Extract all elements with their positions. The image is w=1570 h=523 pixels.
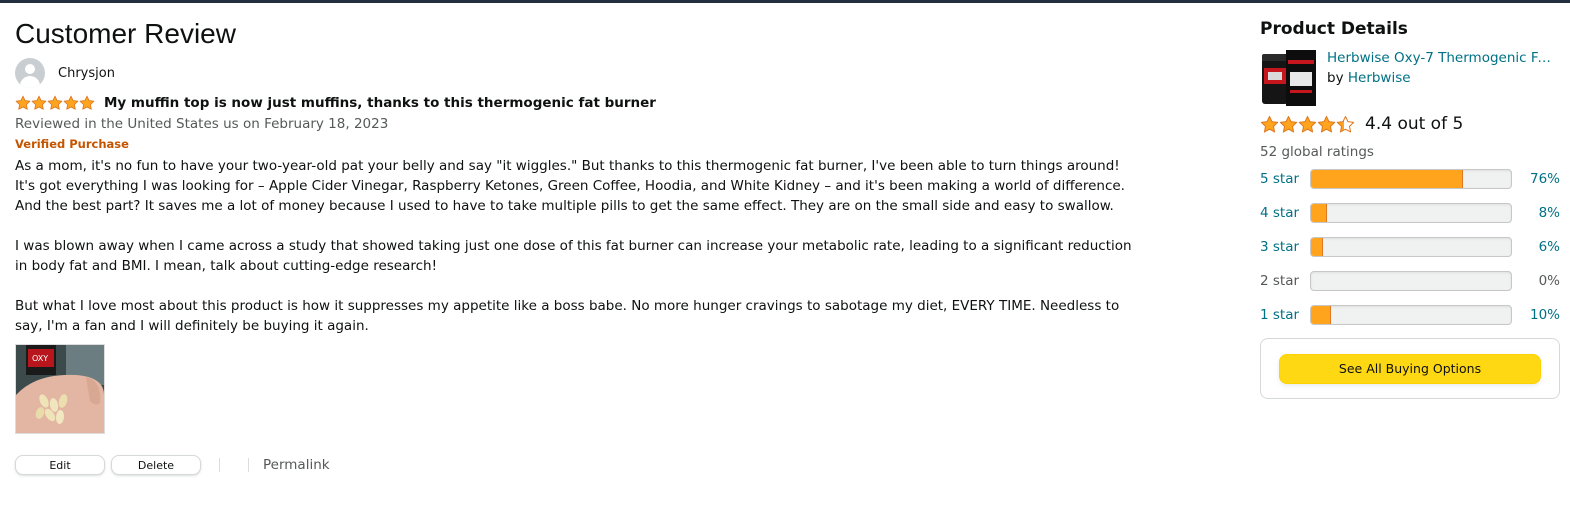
histogram-label[interactable]: 1 star bbox=[1260, 307, 1310, 323]
average-rating: 4.4 out of 5 bbox=[1260, 112, 1560, 136]
review-photo-icon: OXY bbox=[16, 345, 104, 433]
product-info: Herbwise Oxy-7 Thermogenic Fat Burner by… bbox=[1327, 48, 1559, 108]
top-bar bbox=[0, 0, 1570, 3]
review-actions: Edit Delete Permalink bbox=[15, 453, 1140, 477]
verified-purchase-badge: Verified Purchase bbox=[15, 137, 129, 151]
histogram-bar-fill bbox=[1310, 238, 1323, 256]
product-details-panel: Product Details Herbwise Oxy-7 Thermogen… bbox=[1260, 18, 1560, 399]
histogram-label: 2 star bbox=[1260, 273, 1300, 289]
histogram-bar bbox=[1309, 271, 1513, 291]
star-full-icon bbox=[1317, 115, 1336, 134]
product-summary: Herbwise Oxy-7 Thermogenic Fat Burner by… bbox=[1260, 48, 1560, 108]
histogram-row-1[interactable]: 1 star 10% bbox=[1260, 304, 1560, 326]
star-full-icon bbox=[1279, 115, 1298, 134]
review-title[interactable]: My muffin top is now just muffins, thank… bbox=[104, 95, 656, 111]
avatar[interactable] bbox=[15, 58, 45, 88]
histogram-bar[interactable] bbox=[1309, 305, 1513, 325]
star-full-icon bbox=[1260, 115, 1279, 134]
rating-histogram: 5 star 76% 4 star 8% 3 star 6% 2 star 0%… bbox=[1260, 168, 1560, 326]
histogram-bar-fill bbox=[1310, 204, 1327, 222]
divider bbox=[219, 458, 220, 472]
average-star-rating[interactable] bbox=[1260, 115, 1355, 134]
star-full-icon bbox=[31, 95, 47, 111]
brand-link[interactable]: Herbwise bbox=[1348, 70, 1411, 86]
product-details-title: Product Details bbox=[1260, 19, 1408, 39]
permalink-link[interactable]: Permalink bbox=[263, 457, 330, 473]
histogram-bar[interactable] bbox=[1309, 237, 1513, 257]
product-thumbnail[interactable] bbox=[1260, 48, 1320, 108]
star-full-icon bbox=[79, 95, 95, 111]
histogram-percent: 0% bbox=[1538, 273, 1561, 289]
review-photo-thumbnail[interactable]: OXY bbox=[15, 344, 105, 434]
see-all-buying-options-button[interactable]: See All Buying Options bbox=[1279, 353, 1541, 384]
product-name-link[interactable]: Herbwise Oxy-7 Thermogenic Fat Burner bbox=[1327, 48, 1559, 68]
histogram-label[interactable]: 4 star bbox=[1260, 205, 1310, 221]
review-title-row: My muffin top is now just muffins, thank… bbox=[15, 94, 1140, 112]
review-date: Reviewed in the United States us on Febr… bbox=[15, 116, 389, 132]
histogram-row-5[interactable]: 5 star 76% bbox=[1260, 168, 1560, 190]
divider bbox=[248, 458, 249, 472]
star-full-icon bbox=[63, 95, 79, 111]
global-ratings-count: 52 global ratings bbox=[1260, 144, 1374, 160]
review-section: Customer Review Chrysjon My muffin top i… bbox=[15, 18, 1140, 477]
delete-button[interactable]: Delete bbox=[111, 455, 201, 475]
edit-button[interactable]: Edit bbox=[15, 455, 105, 475]
histogram-row-3[interactable]: 3 star 6% bbox=[1260, 236, 1560, 258]
review-paragraph: As a mom, it's no fun to have your two-y… bbox=[15, 158, 1125, 214]
histogram-percent[interactable]: 76% bbox=[1512, 171, 1560, 187]
page-title: Customer Review bbox=[15, 18, 236, 49]
histogram-bar[interactable] bbox=[1309, 169, 1513, 189]
reviewer-profile[interactable]: Chrysjon bbox=[15, 58, 1140, 88]
product-brand-row: by Herbwise bbox=[1327, 68, 1559, 88]
reviewer-name[interactable]: Chrysjon bbox=[58, 66, 115, 81]
histogram-bar-fill bbox=[1310, 170, 1464, 188]
star-full-icon bbox=[47, 95, 63, 111]
star-half-icon bbox=[1336, 115, 1355, 134]
histogram-bar[interactable] bbox=[1309, 203, 1513, 223]
histogram-label[interactable]: 3 star bbox=[1260, 239, 1310, 255]
review-paragraph: But what I love most about this product … bbox=[15, 298, 1120, 334]
svg-text:OXY: OXY bbox=[32, 354, 48, 363]
rating-text: 4.4 out of 5 bbox=[1365, 114, 1464, 134]
buying-options-box: See All Buying Options bbox=[1260, 338, 1560, 399]
review-body: As a mom, it's no fun to have your two-y… bbox=[15, 156, 1140, 336]
product-image-icon bbox=[1260, 48, 1320, 108]
review-star-rating[interactable] bbox=[15, 95, 95, 111]
histogram-bar-fill bbox=[1310, 306, 1331, 324]
histogram-label[interactable]: 5 star bbox=[1260, 171, 1310, 187]
star-full-icon bbox=[15, 95, 31, 111]
star-full-icon bbox=[1298, 115, 1317, 134]
by-prefix: by bbox=[1327, 70, 1344, 86]
histogram-percent[interactable]: 10% bbox=[1512, 307, 1560, 323]
histogram-percent[interactable]: 6% bbox=[1512, 239, 1560, 255]
histogram-percent[interactable]: 8% bbox=[1512, 205, 1560, 221]
review-paragraph: I was blown away when I came across a st… bbox=[15, 238, 1132, 274]
histogram-row-2: 2 star 0% bbox=[1260, 270, 1560, 292]
histogram-row-4[interactable]: 4 star 8% bbox=[1260, 202, 1560, 224]
